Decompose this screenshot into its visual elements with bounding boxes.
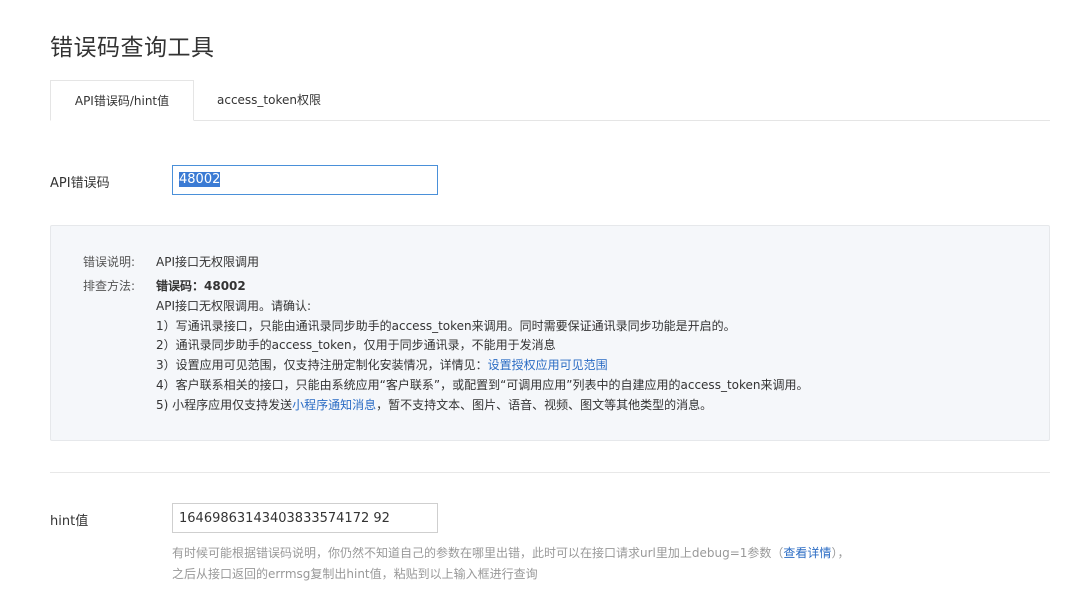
hint-help-line-2: 之后从接口返回的errmsg复制出hint值，粘贴到以上输入框进行查询: [172, 567, 538, 581]
page-title: 错误码查询工具: [50, 35, 215, 61]
hint-help-line-1: 有时候可能根据错误码说明，你仍然不知道自己的参数在哪里出错，此时可以在接口请求u…: [172, 543, 849, 564]
step-5-text: 5) 小程序应用仅支持发送: [156, 397, 293, 412]
error-result-panel: 错误说明: API接口无权限调用 排查方法: 错误码：48002 API接口无权…: [50, 225, 1050, 441]
mini-program-notice-link[interactable]: 小程序通知消息: [292, 398, 376, 412]
troubleshoot-step-5: 5) 小程序应用仅支持发送小程序通知消息，暂不支持文本、图片、语音、视频、图文等…: [156, 396, 809, 416]
error-description-value: API接口无权限调用: [156, 255, 259, 269]
error-code-tool-page: 错误码查询工具 API错误码/hint值 access_token权限 API错…: [0, 0, 1072, 600]
hint-label: hint值: [50, 514, 89, 529]
troubleshoot-step-4: 4）客户联系相关的接口，只能由系统应用“客户联系”，或配置到“可调用应用”列表中…: [156, 377, 809, 392]
api-error-code-input[interactable]: 48002: [172, 165, 438, 195]
api-error-code-value: 48002: [179, 172, 221, 187]
hint-input[interactable]: [172, 503, 438, 533]
error-code-line: 错误码：48002: [156, 279, 246, 293]
troubleshoot-step-1: 1）写通讯录接口，只能由通讯录同步助手的access_token来调用。同时需要…: [156, 318, 736, 333]
troubleshoot-intro: API接口无权限调用。请确认:: [156, 298, 312, 313]
hint-help-text: 有时候可能根据错误码说明，你仍然不知道自己的参数在哪里出错，此时可以在接口请求u…: [172, 543, 849, 585]
troubleshoot-steps: 错误码：48002 API接口无权限调用。请确认: 1）写通讯录接口，只能由通讯…: [156, 277, 809, 416]
view-details-link[interactable]: 查看详情: [783, 546, 831, 560]
tab-api-error-code[interactable]: API错误码/hint值: [50, 80, 194, 121]
step-5-suffix: ，暂不支持文本、图片、语音、视频、图文等其他类型的消息。: [376, 397, 713, 412]
troubleshoot-step-2: 2）通讯录同步助手的access_token，仅用于同步通讯录，不能用于发消息: [156, 338, 556, 353]
hint-help-text-suffix: ），: [831, 546, 850, 560]
tab-bar: API错误码/hint值 access_token权限: [50, 80, 1050, 121]
section-divider: [50, 472, 1050, 473]
visible-range-link[interactable]: 设置授权应用可见范围: [488, 358, 608, 372]
api-error-code-label: API错误码: [50, 176, 110, 191]
hint-help-text-part: 有时候可能根据错误码说明，你仍然不知道自己的参数在哪里出错，此时可以在接口请求u…: [172, 546, 784, 560]
troubleshoot-step-3: 3）设置应用可见范围，仅支持注册定制化安装情况，详情见：设置授权应用可见范围: [156, 356, 809, 376]
step-3-text: 3）设置应用可见范围，仅支持注册定制化安装情况，详情见：: [156, 358, 488, 373]
error-description-label: 错误说明:: [83, 255, 136, 269]
tab-access-token-permission[interactable]: access_token权限: [204, 80, 334, 120]
troubleshoot-label: 排查方法:: [83, 279, 136, 293]
